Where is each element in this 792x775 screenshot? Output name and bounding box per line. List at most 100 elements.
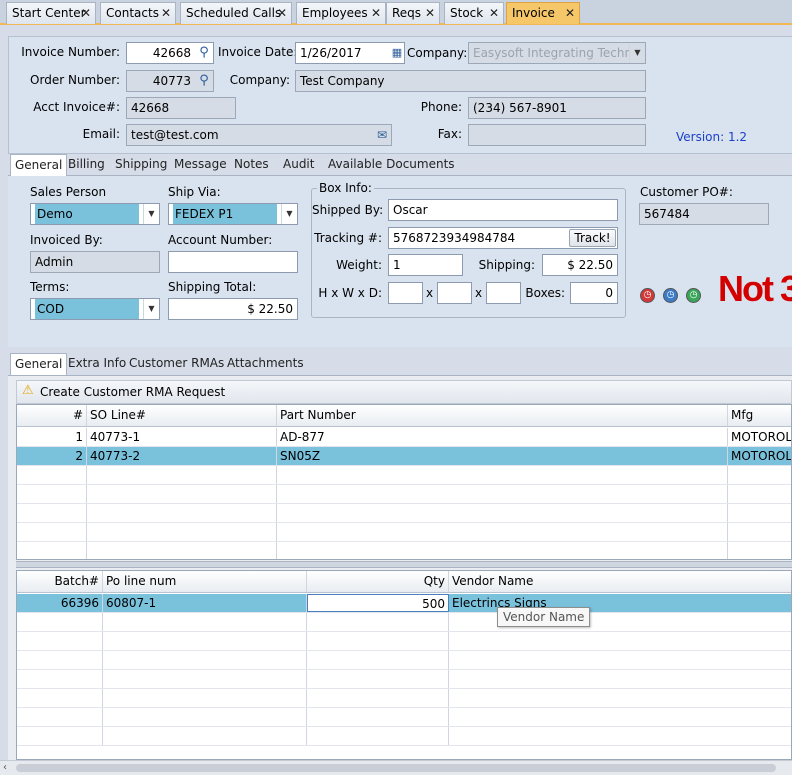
column-header-batch[interactable]: Batch# <box>17 571 103 592</box>
tab-reqs[interactable]: Reqs ✕ <box>386 2 440 24</box>
tracking-value: 5768723934984784 <box>393 231 516 245</box>
batch-grid: Batch# Po line num Qty Vendor Name 66396… <box>16 570 792 760</box>
scroll-left-icon[interactable]: ‹ <box>3 761 7 775</box>
rma-toolbar: ⚠ Create Customer RMA Request <box>16 380 792 404</box>
depth-field[interactable] <box>486 282 521 304</box>
tab-notes[interactable]: Notes <box>230 154 273 176</box>
customer-po-label: Customer PO#: <box>640 185 733 199</box>
search-icon[interactable]: ⚲ <box>195 44 213 62</box>
height-field[interactable] <box>388 282 423 304</box>
boxes-field[interactable]: 0 <box>570 282 618 304</box>
document-tab-bar: Start Center ✕ Contacts ✕ Scheduled Calls ✕… <box>0 0 792 25</box>
table-row[interactable]: 2 40773-2 SN05Z MOTOROLA <box>17 447 791 466</box>
close-icon[interactable]: ✕ <box>489 3 499 23</box>
acct-invoice-field[interactable]: 42668 <box>126 97 236 119</box>
chevron-down-icon[interactable]: ▼ <box>281 204 297 224</box>
column-header-po-line[interactable]: Po line num <box>103 571 307 592</box>
tab-stock[interactable]: Stock ✕ <box>444 2 504 24</box>
tab-available-documents[interactable]: Available Documents <box>324 154 459 176</box>
tab-label: Stock <box>450 6 484 20</box>
phone-label: Phone: <box>420 100 462 114</box>
column-header-mfg[interactable]: Mfg <box>728 405 791 426</box>
tab-attachments[interactable]: Attachments <box>223 353 308 375</box>
empty-row <box>17 613 791 632</box>
cell-mfg: MOTOROLA <box>731 430 792 444</box>
close-icon[interactable]: ✕ <box>565 3 575 23</box>
track-button[interactable]: Track! <box>569 229 616 247</box>
email-label: Email: <box>82 127 120 141</box>
tab-label: Contacts <box>106 6 159 20</box>
column-header-so-line[interactable]: SO Line# <box>87 405 277 426</box>
account-number-field[interactable] <box>168 251 298 273</box>
ship-via-label: Ship Via: <box>168 185 221 199</box>
clock-blue-icon[interactable]: ◷ <box>663 288 678 303</box>
tab-start-center[interactable]: Start Center ✕ <box>6 2 96 24</box>
grid-header: Batch# Po line num Qty Vendor Name <box>17 571 791 593</box>
shipping-total-label: Shipping Total: <box>168 280 257 294</box>
ship-via-select[interactable]: FEDEX P1 ▼ <box>168 203 298 225</box>
create-rma-button[interactable]: Create Customer RMA Request <box>40 385 225 399</box>
invoiced-by-field[interactable]: Admin <box>30 251 160 273</box>
column-header-vendor-name[interactable]: Vendor Name <box>449 571 791 592</box>
company-label: Company: <box>229 73 290 87</box>
column-header-num[interactable]: # <box>17 405 87 426</box>
chevron-down-icon[interactable]: ▼ <box>143 204 159 224</box>
clock-red-icon[interactable]: ◷ <box>640 288 655 303</box>
tab-general[interactable]: General <box>10 154 68 176</box>
scrollbar-thumb[interactable] <box>16 764 776 772</box>
tab-scheduled-calls[interactable]: Scheduled Calls ✕ <box>180 2 292 24</box>
close-icon[interactable]: ✕ <box>425 3 435 23</box>
version-label: Version: 1.2 <box>676 130 748 144</box>
shipping-total-field[interactable]: $ 22.50 <box>168 298 298 320</box>
tab-employees[interactable]: Employees ✕ <box>296 2 386 24</box>
fax-field[interactable] <box>468 124 646 146</box>
tab-audit[interactable]: Audit <box>279 154 318 176</box>
column-header-part-number[interactable]: Part Number <box>277 405 728 426</box>
chevron-down-icon[interactable]: ▼ <box>629 43 645 63</box>
detail-tab-strip: General Billing Shipping Message Notes A… <box>8 154 792 176</box>
cell-num: 2 <box>17 447 87 465</box>
qty-edit-field[interactable]: 500 <box>307 594 449 612</box>
empty-row <box>17 466 791 485</box>
invoice-number-label: Invoice Number: <box>21 45 120 59</box>
close-icon[interactable]: ✕ <box>277 3 287 23</box>
weight-field[interactable]: 1 <box>388 254 463 276</box>
tab-label: Reqs <box>392 6 422 20</box>
tab-billing[interactable]: Billing <box>64 154 109 176</box>
shipped-by-field[interactable]: Oscar <box>388 199 618 221</box>
grid-splitter[interactable] <box>16 561 792 568</box>
close-icon[interactable]: ✕ <box>371 3 381 23</box>
email-field[interactable]: test@test.com <box>126 124 392 146</box>
customer-po-field[interactable]: 567484 <box>639 203 769 225</box>
empty-row <box>17 708 791 727</box>
company-field[interactable]: Test Company <box>295 70 646 92</box>
terms-select[interactable]: COD ▼ <box>30 298 160 320</box>
sales-person-select[interactable]: Demo ▼ <box>30 203 160 225</box>
tab-contacts[interactable]: Contacts ✕ <box>100 2 176 24</box>
close-icon[interactable]: ✕ <box>161 3 171 23</box>
account-number-label: Account Number: <box>168 233 273 247</box>
company-select[interactable]: Easysoft Integrating Technolo ▼ <box>468 42 646 64</box>
tab-message[interactable]: Message <box>170 154 231 176</box>
tab-shipping[interactable]: Shipping <box>111 154 171 176</box>
grid-header: # SO Line# Part Number Mfg <box>17 405 791 427</box>
width-field[interactable] <box>437 282 472 304</box>
tab-customer-rmas[interactable]: Customer RMAs <box>125 353 228 375</box>
calendar-icon[interactable]: ▦ <box>388 44 406 62</box>
horizontal-scrollbar[interactable]: ‹ <box>0 760 792 775</box>
chevron-down-icon[interactable]: ▼ <box>143 299 159 319</box>
shipping-field[interactable]: $ 22.50 <box>542 254 618 276</box>
column-header-qty[interactable]: Qty <box>307 571 449 592</box>
table-row[interactable]: 66396 60807-1 500 Electrincs Signs <box>17 594 791 613</box>
terms-label: Terms: <box>30 280 70 294</box>
lower-tab-strip: General Extra Info Customer RMAs Attachm… <box>8 353 792 375</box>
tab-extra-info[interactable]: Extra Info <box>64 353 130 375</box>
search-icon[interactable]: ⚲ <box>195 72 213 90</box>
clock-green-icon[interactable]: ◷ <box>686 288 701 303</box>
close-icon[interactable]: ✕ <box>81 3 91 23</box>
phone-field[interactable]: (234) 567-8901 <box>468 97 646 119</box>
table-row[interactable]: 1 40773-1 AD-877 MOTOROLA <box>17 428 791 447</box>
tab-general-lower[interactable]: General <box>10 353 68 375</box>
tab-invoice[interactable]: Invoice ✕ <box>506 2 580 24</box>
order-number-label: Order Number: <box>30 73 120 87</box>
